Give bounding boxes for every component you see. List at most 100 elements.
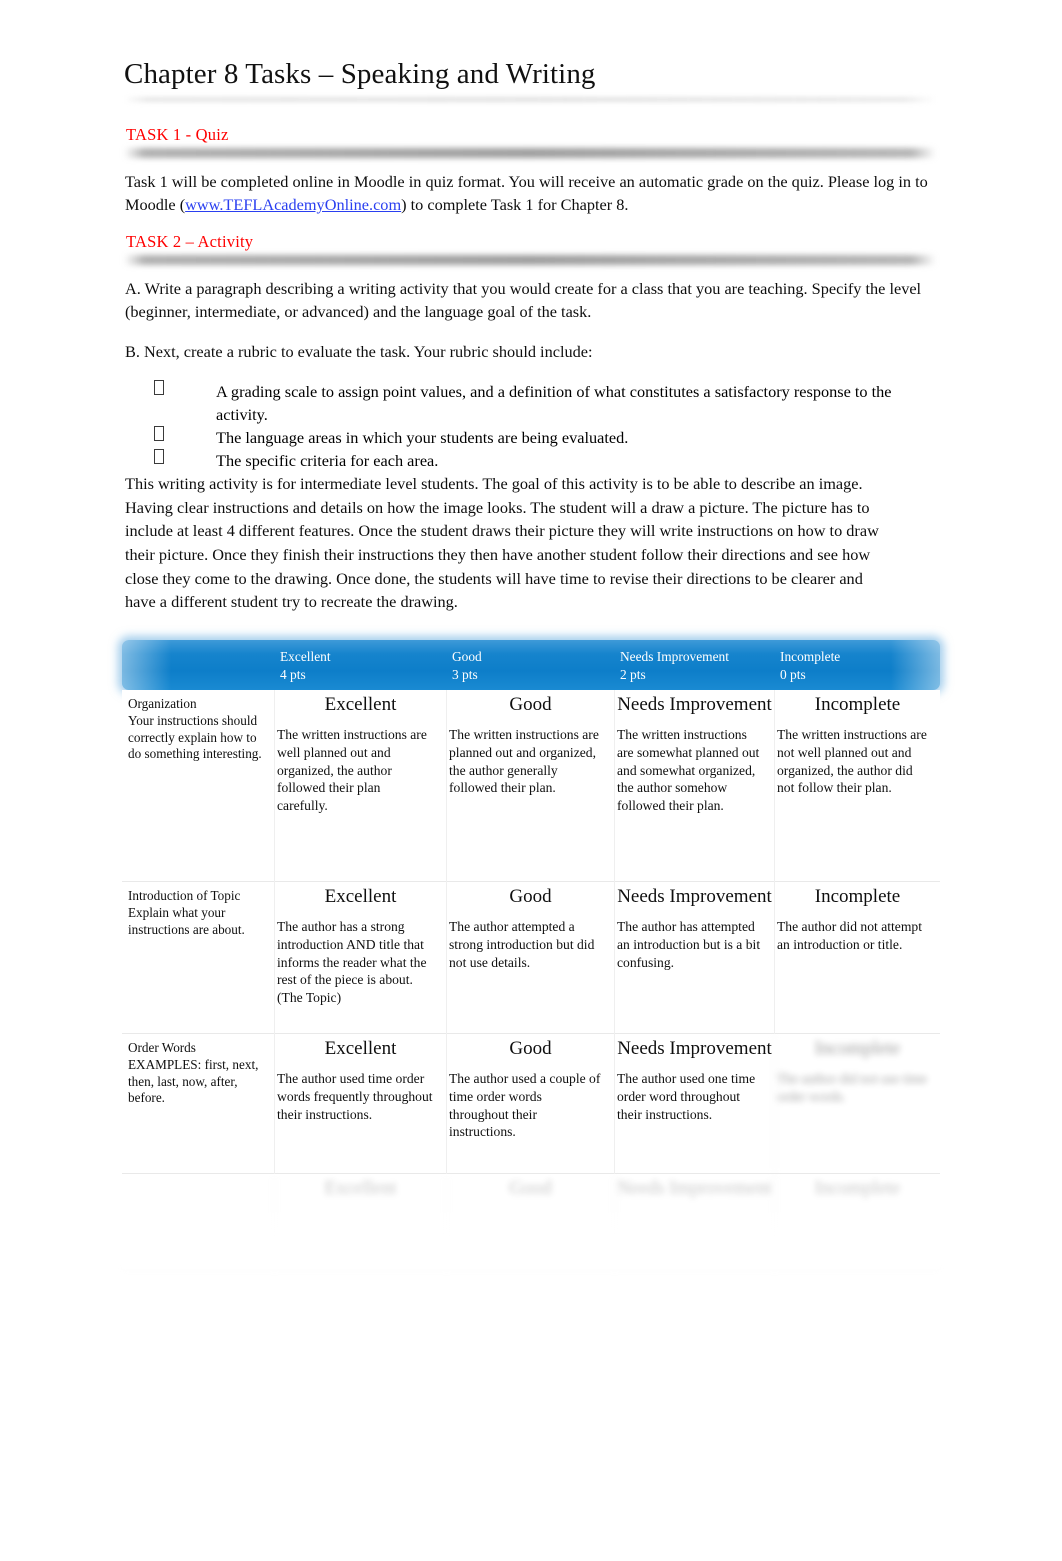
list-item-label: The language areas in which your student… <box>216 428 629 448</box>
rubric-cell-incomplete: Incomplete The written instructions are … <box>774 690 940 882</box>
tefl-academy-online-link[interactable]: www.TEFLAcademyOnline.com <box>185 195 401 214</box>
rubric-cell-needs-improvement: Needs Improvement The author used one ti… <box>614 1034 774 1174</box>
list-item-label: A grading scale to assign point values, … <box>216 382 892 425</box>
rubric-cell-level: Needs Improvement <box>617 1178 772 1199</box>
rubric-cell-level: Needs Improvement <box>617 1038 772 1059</box>
rubric-cell-level: Excellent <box>324 886 397 907</box>
rubric-cell-excellent: Excellent <box>274 1174 446 1269</box>
rubric-cell-good: Good The author used a couple of time or… <box>446 1034 614 1174</box>
rubric-header-row: Excellent 4 pts Good 3 pts Needs Improve… <box>122 640 940 690</box>
rubric-cell-level: Good <box>509 694 552 715</box>
rubric-cell-description: The author attempted a strong introducti… <box>449 919 595 970</box>
rubric-cell-level: Excellent <box>324 1178 397 1199</box>
rubric-cell-incomplete: Incomplete <box>774 1174 940 1269</box>
rubric-criterion-detail: Explain what your instructions are about… <box>128 904 245 937</box>
rubric-cell-level: Incomplete <box>814 1178 901 1199</box>
rubric-criterion-detail: Your instructions should correctly expla… <box>128 712 262 762</box>
rubric-cell-description: The written instructions are somewhat pl… <box>617 727 760 814</box>
rubric-header-good: Good 3 pts <box>452 648 482 683</box>
rubric-cell-level: Good <box>509 1178 552 1199</box>
rubric-criterion-title: Order Words <box>128 1040 196 1055</box>
rubric-cell-level: Incomplete <box>814 694 901 715</box>
rubric-requirements-list: A grading scale to assign point values, … <box>150 380 940 473</box>
list-item: A grading scale to assign point values, … <box>150 380 940 426</box>
rubric-cell-excellent: Excellent The author used time order wor… <box>274 1034 446 1174</box>
rubric-criterion-cell: Order Words EXAMPLES: first, next, then,… <box>122 1034 274 1174</box>
rubric-cell-description: The author used a couple of time order w… <box>449 1071 601 1140</box>
document-page: Chapter 8 Tasks – Speaking and Writing T… <box>0 0 1062 1561</box>
rubric-cell-excellent: Excellent The author has a strong introd… <box>274 882 446 1034</box>
table-row: Introduction of Topic Explain what your … <box>122 882 940 1034</box>
rubric-cell-level: Needs Improvement <box>617 694 772 715</box>
rubric-header-excellent-label: Excellent <box>280 649 331 664</box>
task1-heading: TASK 1 - Quiz <box>126 125 229 144</box>
rubric-cell-good: Good <box>446 1174 614 1269</box>
rubric-cell-needs-improvement: Needs Improvement The author has attempt… <box>614 882 774 1034</box>
rubric-header-needs-improvement: Needs Improvement 2 pts <box>620 648 729 683</box>
bullet-box-icon <box>154 449 164 465</box>
table-row: Order Words EXAMPLES: first, next, then,… <box>122 1034 940 1174</box>
rubric-body: Organization Your instructions should co… <box>122 690 940 1269</box>
rubric-cell-description <box>615 1200 774 1210</box>
rubric-criterion-cell: Organization Your instructions should co… <box>122 690 274 882</box>
rubric-criterion-title: Introduction of Topic <box>128 888 241 903</box>
rubric-cell-description: The author used one time order word thro… <box>617 1071 756 1122</box>
rubric-header-excellent: Excellent 4 pts <box>280 648 331 683</box>
rubric-table: Excellent 4 pts Good 3 pts Needs Improve… <box>122 640 940 1269</box>
rubric-header-needs-improvement-label: Needs Improvement <box>620 649 729 664</box>
rubric-cell-excellent: Excellent The written instructions are w… <box>274 690 446 882</box>
rubric-cell-incomplete: Incomplete The author did not attempt an… <box>774 882 940 1034</box>
rubric-cell-level: Needs Improvement <box>617 886 772 907</box>
rubric-criterion-detail: EXAMPLES: first, next, then, last, now, … <box>128 1056 259 1106</box>
task2-part-b: B. Next, create a rubric to evaluate the… <box>125 342 593 361</box>
task2-part-a: A. Write a paragraph describing a writin… <box>125 279 922 322</box>
task2-response-paragraph: This writing activity is for intermediat… <box>125 474 879 612</box>
rubric-cell-level: Incomplete <box>814 886 901 907</box>
rubric-cell-description: The written instructions are planned out… <box>449 727 599 796</box>
rubric-criterion-title: Organization <box>128 696 197 711</box>
rubric-header-good-points: 3 pts <box>452 666 478 682</box>
task2-heading: TASK 2 – Activity <box>126 232 254 251</box>
rubric-cell-level: Incomplete <box>814 1038 901 1059</box>
rubric-header-incomplete-label: Incomplete <box>780 649 841 664</box>
task2-heading-rule <box>124 255 936 265</box>
task1-heading-rule <box>124 148 936 158</box>
rubric-cell-description: The written instructions are well planne… <box>277 727 427 814</box>
rubric-cell-description <box>275 1200 446 1210</box>
bullet-box-icon <box>154 380 164 395</box>
rubric-header-excellent-points: 4 pts <box>280 666 306 682</box>
page-title: Chapter 8 Tasks – Speaking and Writing <box>124 58 596 90</box>
title-underline-rule <box>124 97 936 102</box>
bullet-box-icon <box>154 426 164 442</box>
rubric-cell-description: The author has a strong introduction AND… <box>277 919 427 1006</box>
list-item: The specific criteria for each area. <box>150 449 940 472</box>
rubric-cell-description: The author did not use time order words. <box>777 1071 927 1105</box>
table-row: Excellent Good Needs Improvement Incompl… <box>122 1174 940 1269</box>
rubric-cell-level: Good <box>509 1038 552 1059</box>
rubric-cell-description <box>447 1200 614 1210</box>
rubric-cell-description: The author used time order words frequen… <box>277 1071 433 1122</box>
rubric-cell-description <box>775 1200 940 1210</box>
task1-paragraph: Task 1 will be completed online in Moodl… <box>125 170 937 216</box>
rubric-cell-good: Good The author attempted a strong intro… <box>446 882 614 1034</box>
task1-text-after-link: ) to complete Task 1 for Chapter 8. <box>401 195 629 215</box>
rubric-cell-description: The author did not attempt an introducti… <box>777 919 922 953</box>
rubric-cell-level: Good <box>509 886 552 907</box>
rubric-cell-needs-improvement: Needs Improvement <box>614 1174 774 1269</box>
rubric-header-incomplete-points: 0 pts <box>780 666 806 682</box>
list-item-label: The specific criteria for each area. <box>216 451 439 471</box>
rubric-criterion-cell: Introduction of Topic Explain what your … <box>122 882 274 1034</box>
rubric-header-needs-improvement-points: 2 pts <box>620 666 646 682</box>
rubric-header-incomplete: Incomplete 0 pts <box>780 648 840 683</box>
rubric-cell-level: Excellent <box>324 1038 397 1059</box>
list-item: The language areas in which your student… <box>150 426 940 449</box>
rubric-header-good-label: Good <box>452 649 482 664</box>
rubric-cell-level: Excellent <box>324 694 397 715</box>
rubric-cell-description: The author has attempted an introduction… <box>617 919 761 970</box>
rubric-cell-incomplete: Incomplete The author did not use time o… <box>774 1034 940 1174</box>
rubric-cell-description: The written instructions are not well pl… <box>777 727 927 796</box>
table-row: Organization Your instructions should co… <box>122 690 940 882</box>
rubric-cell-needs-improvement: Needs Improvement The written instructio… <box>614 690 774 882</box>
rubric-criterion-cell <box>122 1174 274 1269</box>
rubric-cell-good: Good The written instructions are planne… <box>446 690 614 882</box>
